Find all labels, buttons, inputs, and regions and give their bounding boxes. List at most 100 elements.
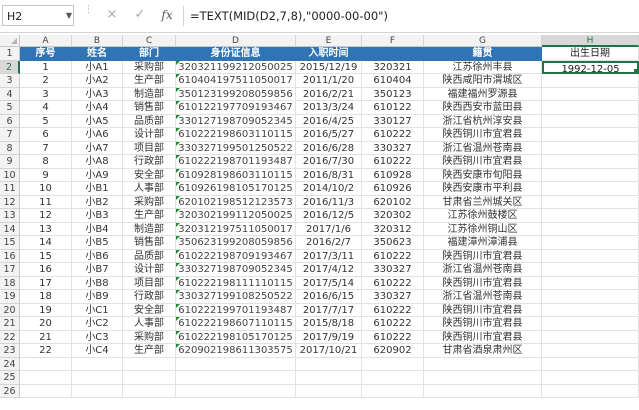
table-cell[interactable]: 2016/11/3	[296, 195, 362, 209]
column-title[interactable]: 出生日期	[542, 47, 639, 61]
table-cell[interactable]: 620102198512123573	[176, 195, 296, 209]
table-cell[interactable]: 2017/3/11	[296, 249, 362, 263]
table-cell[interactable]: 11	[20, 195, 72, 209]
table-cell[interactable]: 浙江省温州苍南县	[424, 141, 542, 155]
cancel-icon[interactable]: ×	[103, 6, 121, 24]
row-header[interactable]: 6	[0, 114, 20, 128]
table-cell[interactable]	[176, 371, 296, 385]
table-cell[interactable]: 3	[20, 87, 72, 101]
table-cell[interactable]: 2016/6/15	[296, 290, 362, 304]
table-cell[interactable]: 2016/2/21	[296, 87, 362, 101]
table-cell[interactable]: 6	[20, 128, 72, 142]
row-header[interactable]: 14	[0, 222, 20, 236]
table-cell[interactable]: 610926	[362, 182, 424, 196]
table-cell[interactable]	[542, 344, 639, 358]
row-header[interactable]: 11	[0, 182, 20, 196]
table-cell[interactable]: 2016/6/28	[296, 141, 362, 155]
column-header-g[interactable]: G	[424, 35, 542, 47]
table-cell[interactable]	[542, 276, 639, 290]
table-cell[interactable]: 福建福州罗源县	[424, 87, 542, 101]
row-header[interactable]: 3	[0, 74, 20, 88]
formula-bar-grip-icon[interactable]: ⋮	[84, 6, 93, 24]
column-header-b[interactable]: B	[72, 35, 123, 47]
column-title[interactable]: 序号	[20, 47, 72, 61]
table-cell[interactable]	[542, 249, 639, 263]
table-cell[interactable]	[362, 384, 424, 398]
table-cell[interactable]	[72, 371, 123, 385]
table-cell[interactable]: 330327	[362, 141, 424, 155]
table-cell[interactable]: 小B6	[72, 249, 123, 263]
row-header[interactable]: 9	[0, 155, 20, 169]
row-header[interactable]: 16	[0, 249, 20, 263]
row-header[interactable]: 8	[0, 141, 20, 155]
table-cell[interactable]: 330327	[362, 290, 424, 304]
table-cell[interactable]	[176, 384, 296, 398]
table-cell[interactable]: 人事部	[123, 182, 176, 196]
table-cell[interactable]	[542, 114, 639, 128]
table-cell[interactable]: 18	[20, 290, 72, 304]
table-cell[interactable]	[542, 87, 639, 101]
table-cell[interactable]: 2013/3/24	[296, 101, 362, 115]
table-cell[interactable]	[542, 182, 639, 196]
table-cell[interactable]	[20, 371, 72, 385]
table-cell[interactable]: 小A5	[72, 114, 123, 128]
table-cell[interactable]: 8	[20, 155, 72, 169]
table-cell[interactable]: 陕西铜川市宜君县	[424, 155, 542, 169]
table-cell[interactable]: 行政部	[123, 290, 176, 304]
table-cell[interactable]: 陕西铜川市宜君县	[424, 276, 542, 290]
table-cell[interactable]: 320302199112050025	[176, 209, 296, 223]
table-cell[interactable]: 销售部	[123, 236, 176, 250]
table-cell[interactable]	[542, 317, 639, 331]
table-cell[interactable]: 陕西西安市蓝田县	[424, 101, 542, 115]
row-header[interactable]: 24	[0, 357, 20, 371]
table-cell[interactable]: 人事部	[123, 317, 176, 331]
table-cell[interactable]: 福建漳州漳浦县	[424, 236, 542, 250]
table-cell[interactable]: 江苏徐州丰县	[424, 60, 542, 74]
table-cell[interactable]: 陕西咸阳市渭城区	[424, 74, 542, 88]
table-cell[interactable]: 610926198105170125	[176, 182, 296, 196]
table-cell[interactable]: 2015/12/19	[296, 60, 362, 74]
table-cell[interactable]: 项目部	[123, 276, 176, 290]
table-cell[interactable]: 陕西安康市旬阳县	[424, 168, 542, 182]
table-cell[interactable]	[296, 384, 362, 398]
table-cell[interactable]	[542, 371, 639, 385]
table-cell[interactable]: 2016/4/25	[296, 114, 362, 128]
table-cell[interactable]	[542, 330, 639, 344]
table-cell[interactable]	[542, 222, 639, 236]
table-cell[interactable]: 小C4	[72, 344, 123, 358]
table-cell[interactable]: 制造部	[123, 87, 176, 101]
table-cell[interactable]: 330327199108250522	[176, 290, 296, 304]
table-cell[interactable]: 2017/1/6	[296, 222, 362, 236]
table-cell[interactable]: 350123199208059856	[176, 87, 296, 101]
column-title[interactable]: 籍贯	[424, 47, 542, 61]
table-cell[interactable]: 610222	[362, 317, 424, 331]
table-cell[interactable]: 采购部	[123, 60, 176, 74]
table-cell[interactable]: 610928	[362, 168, 424, 182]
insert-function-icon[interactable]: fx	[158, 6, 176, 24]
table-cell[interactable]: 小A3	[72, 87, 123, 101]
table-cell[interactable]: 12	[20, 209, 72, 223]
row-header[interactable]: 23	[0, 344, 20, 358]
row-header[interactable]: 18	[0, 276, 20, 290]
table-cell[interactable]: 安全部	[123, 168, 176, 182]
table-cell[interactable]	[72, 384, 123, 398]
table-cell[interactable]	[542, 74, 639, 88]
table-cell[interactable]: 320312197511050017	[176, 222, 296, 236]
table-cell[interactable]	[542, 384, 639, 398]
row-header[interactable]: 25	[0, 371, 20, 385]
table-cell[interactable]: 小C3	[72, 330, 123, 344]
table-cell[interactable]: 610122	[362, 101, 424, 115]
row-header[interactable]: 2	[0, 60, 20, 74]
table-cell[interactable]: 小C1	[72, 303, 123, 317]
table-cell[interactable]: 陕西铜川市宜君县	[424, 128, 542, 142]
table-cell[interactable]	[542, 195, 639, 209]
table-cell[interactable]: 2017/9/19	[296, 330, 362, 344]
row-header[interactable]: 15	[0, 236, 20, 250]
table-cell[interactable]: 陕西铜川市宜君县	[424, 330, 542, 344]
table-cell[interactable]	[176, 357, 296, 371]
table-cell[interactable]: 1992-12-05	[542, 60, 639, 74]
row-header[interactable]: 17	[0, 263, 20, 277]
table-cell[interactable]	[542, 141, 639, 155]
table-cell[interactable]: 小B2	[72, 195, 123, 209]
row-header[interactable]: 20	[0, 303, 20, 317]
